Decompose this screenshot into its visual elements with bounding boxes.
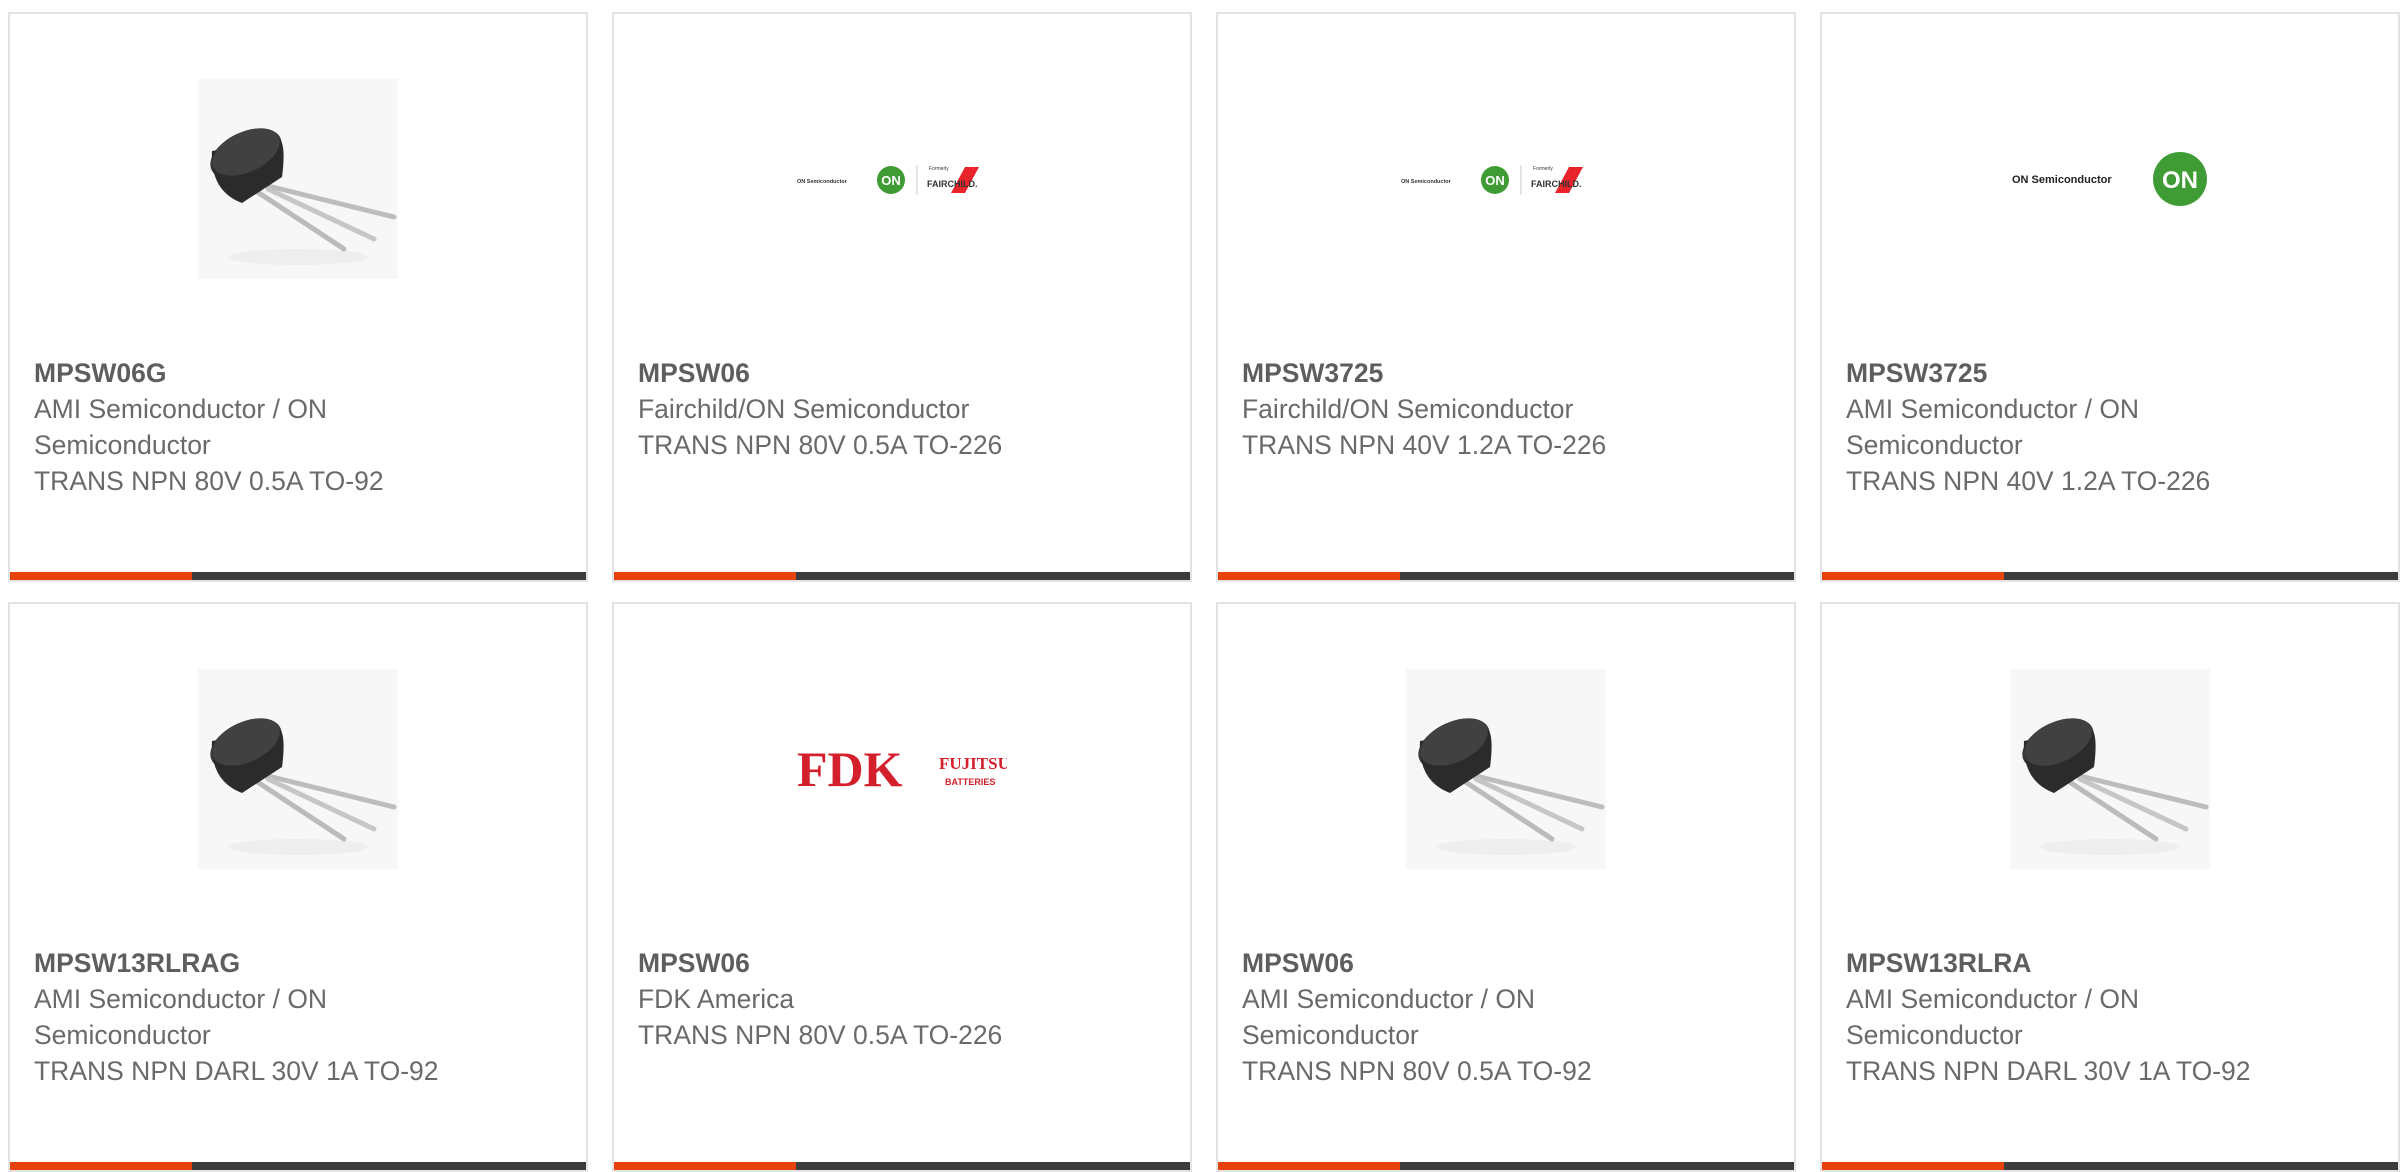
- product-image[interactable]: [1822, 604, 2398, 934]
- card-accent-highlight: [614, 572, 796, 580]
- formerly-text: Formerly: [929, 166, 949, 172]
- manufacturer: AMI Semiconductor / ON Semiconductor: [1846, 394, 2140, 460]
- description: TRANS NPN 80V 0.5A TO-92: [34, 466, 384, 496]
- part-number[interactable]: MPSW3725: [1242, 355, 1672, 391]
- fdk-fujitsu-logo: FDK FUJITSU BATTERIES: [797, 744, 1007, 794]
- product-info: MPSW06 AMI Semiconductor / ON Semiconduc…: [1242, 945, 1672, 1089]
- card-accent-highlight: [1822, 1162, 2004, 1170]
- product-info: MPSW3725 Fairchild/ON Semiconductor TRAN…: [1242, 355, 1672, 463]
- manufacturer: AMI Semiconductor / ON Semiconductor: [34, 984, 328, 1050]
- card-accent-bar: [10, 1162, 586, 1170]
- card-accent-highlight: [1218, 572, 1400, 580]
- card-accent-bar: [1218, 1162, 1794, 1170]
- on-fairchild-logo: ON Semiconductor ON Formerly FAIRCHILD.: [1401, 165, 1583, 195]
- card-accent-highlight: [1822, 572, 2004, 580]
- description: TRANS NPN DARL 30V 1A TO-92: [1846, 1056, 2251, 1086]
- transistor-image: [2010, 669, 2210, 869]
- product-image[interactable]: ON Semiconductor ON: [1822, 14, 2398, 344]
- product-info: MPSW06G AMI Semiconductor / ON Semicondu…: [34, 355, 464, 499]
- on-semi-wordmark: ON Semiconductor: [1401, 179, 1452, 185]
- product-grid: MPSW06G AMI Semiconductor / ON Semicondu…: [8, 12, 2400, 1172]
- product-info: MPSW06 FDK America TRANS NPN 80V 0.5A TO…: [638, 945, 1068, 1053]
- on-semiconductor-logo: ON Semiconductor ON: [2012, 152, 2207, 206]
- on-logo-text: ON: [1485, 173, 1505, 188]
- card-accent-highlight: [1218, 1162, 1400, 1170]
- manufacturer: AMI Semiconductor / ON Semiconductor: [34, 394, 328, 460]
- product-info: MPSW13RLRA AMI Semiconductor / ON Semico…: [1846, 945, 2276, 1089]
- fdk-wordmark: FDK: [797, 744, 903, 794]
- fujitsu-wordmark: FUJITSU: [939, 754, 1007, 773]
- product-image[interactable]: ON Semiconductor ON Formerly FAIRCHILD.: [1218, 14, 1794, 344]
- product-image[interactable]: [10, 14, 586, 344]
- card-accent-highlight: [10, 1162, 192, 1170]
- part-number[interactable]: MPSW3725: [1846, 355, 2276, 391]
- fairchild-wordmark: FAIRCHILD.: [927, 179, 978, 189]
- on-semi-wordmark: ON Semiconductor: [797, 179, 848, 185]
- description: TRANS NPN 80V 0.5A TO-92: [1242, 1056, 1592, 1086]
- product-card[interactable]: ON Semiconductor ON Formerly FAIRCHILD. …: [1216, 12, 1796, 582]
- product-card[interactable]: ON Semiconductor ON MPSW3725 AMI Semicon…: [1820, 12, 2400, 582]
- card-accent-highlight: [10, 572, 192, 580]
- on-fairchild-logo: ON Semiconductor ON Formerly FAIRCHILD.: [797, 165, 979, 195]
- manufacturer: FDK America: [638, 984, 795, 1014]
- part-number[interactable]: MPSW13RLRA: [1846, 945, 2276, 981]
- card-accent-bar: [10, 572, 586, 580]
- product-image[interactable]: ON Semiconductor ON Formerly FAIRCHILD.: [614, 14, 1190, 344]
- manufacturer: Fairchild/ON Semiconductor: [1242, 394, 1574, 424]
- part-number[interactable]: MPSW06: [638, 945, 1068, 981]
- batteries-wordmark: BATTERIES: [945, 777, 995, 787]
- card-accent-bar: [1822, 1162, 2398, 1170]
- product-info: MPSW13RLRAG AMI Semiconductor / ON Semic…: [34, 945, 464, 1089]
- product-card[interactable]: MPSW06 AMI Semiconductor / ON Semiconduc…: [1216, 602, 1796, 1172]
- product-image[interactable]: [1218, 604, 1794, 934]
- card-accent-bar: [1218, 572, 1794, 580]
- part-number[interactable]: MPSW06: [1242, 945, 1672, 981]
- product-card[interactable]: MPSW13RLRAG AMI Semiconductor / ON Semic…: [8, 602, 588, 1172]
- fairchild-wordmark: FAIRCHILD.: [1531, 179, 1582, 189]
- on-logo-text: ON: [2162, 167, 2198, 194]
- card-accent-bar: [614, 1162, 1190, 1170]
- product-image[interactable]: FDK FUJITSU BATTERIES: [614, 604, 1190, 934]
- description: TRANS NPN DARL 30V 1A TO-92: [34, 1056, 439, 1086]
- product-card[interactable]: FDK FUJITSU BATTERIES MPSW06 FDK America…: [612, 602, 1192, 1172]
- description: TRANS NPN 40V 1.2A TO-226: [1846, 466, 2211, 496]
- manufacturer: Fairchild/ON Semiconductor: [638, 394, 970, 424]
- product-card[interactable]: MPSW13RLRA AMI Semiconductor / ON Semico…: [1820, 602, 2400, 1172]
- manufacturer: AMI Semiconductor / ON Semiconductor: [1846, 984, 2140, 1050]
- product-image[interactable]: [10, 604, 586, 934]
- on-semi-wordmark: ON Semiconductor: [2012, 174, 2112, 186]
- part-number[interactable]: MPSW13RLRAG: [34, 945, 464, 981]
- part-number[interactable]: MPSW06: [638, 355, 1068, 391]
- product-info: MPSW06 Fairchild/ON Semiconductor TRANS …: [638, 355, 1068, 463]
- product-info: MPSW3725 AMI Semiconductor / ON Semicond…: [1846, 355, 2276, 499]
- on-logo-text: ON: [881, 173, 901, 188]
- manufacturer: AMI Semiconductor / ON Semiconductor: [1242, 984, 1536, 1050]
- part-number[interactable]: MPSW06G: [34, 355, 464, 391]
- card-accent-bar: [614, 572, 1190, 580]
- transistor-image: [198, 669, 398, 869]
- transistor-image: [1406, 669, 1606, 869]
- product-card[interactable]: ON Semiconductor ON Formerly FAIRCHILD. …: [612, 12, 1192, 582]
- card-accent-bar: [1822, 572, 2398, 580]
- description: TRANS NPN 40V 1.2A TO-226: [1242, 430, 1607, 460]
- description: TRANS NPN 80V 0.5A TO-226: [638, 1020, 1003, 1050]
- transistor-image: [198, 79, 398, 279]
- description: TRANS NPN 80V 0.5A TO-226: [638, 430, 1003, 460]
- card-accent-highlight: [614, 1162, 796, 1170]
- formerly-text: Formerly: [1533, 166, 1553, 172]
- product-card[interactable]: MPSW06G AMI Semiconductor / ON Semicondu…: [8, 12, 588, 582]
